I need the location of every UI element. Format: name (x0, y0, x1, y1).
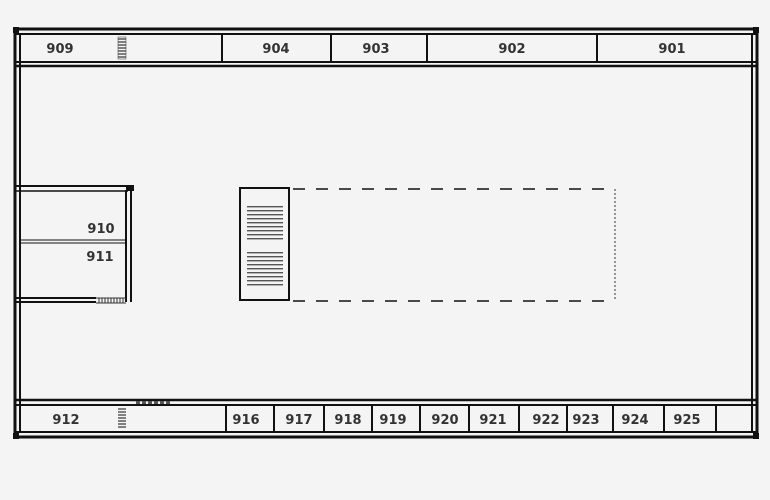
room-label-921: 921 (479, 413, 506, 428)
room-label-925: 925 (673, 413, 700, 428)
room-label-910: 910 (87, 222, 114, 237)
room-label-901: 901 (658, 42, 685, 57)
room-label-919: 919 (379, 413, 406, 428)
room-label-916: 916 (232, 413, 259, 428)
room-label-920: 920 (431, 413, 458, 428)
atrium-outline (293, 188, 616, 302)
room-label-924: 924 (621, 413, 648, 428)
bottom-room-row: 912 916 917 918 919 920 921 922 923 924 … (15, 398, 757, 433)
room-label-902: 902 (498, 42, 525, 57)
room-label-904: 904 (262, 42, 289, 57)
room-label-922: 922 (532, 413, 559, 428)
stair-icon (117, 36, 127, 60)
stair-icon (118, 408, 126, 428)
central-stairwell (239, 187, 290, 301)
room-label-918: 918 (334, 413, 361, 428)
room-label-923: 923 (572, 413, 599, 428)
door-threshold-icon (96, 297, 126, 304)
room-label-909: 909 (46, 42, 73, 57)
room-label-917: 917 (285, 413, 312, 428)
room-label-903: 903 (362, 42, 389, 57)
room-label-912: 912 (52, 413, 79, 428)
left-room-block: 910 911 (15, 185, 134, 304)
floor-plan: 909 904 903 902 901 910 911 912 916 917 … (13, 27, 759, 439)
room-label-911: 911 (86, 250, 113, 265)
building-outline (13, 27, 759, 439)
top-room-row: 909 904 903 902 901 (15, 33, 757, 68)
door-threshold-icon (136, 401, 170, 404)
